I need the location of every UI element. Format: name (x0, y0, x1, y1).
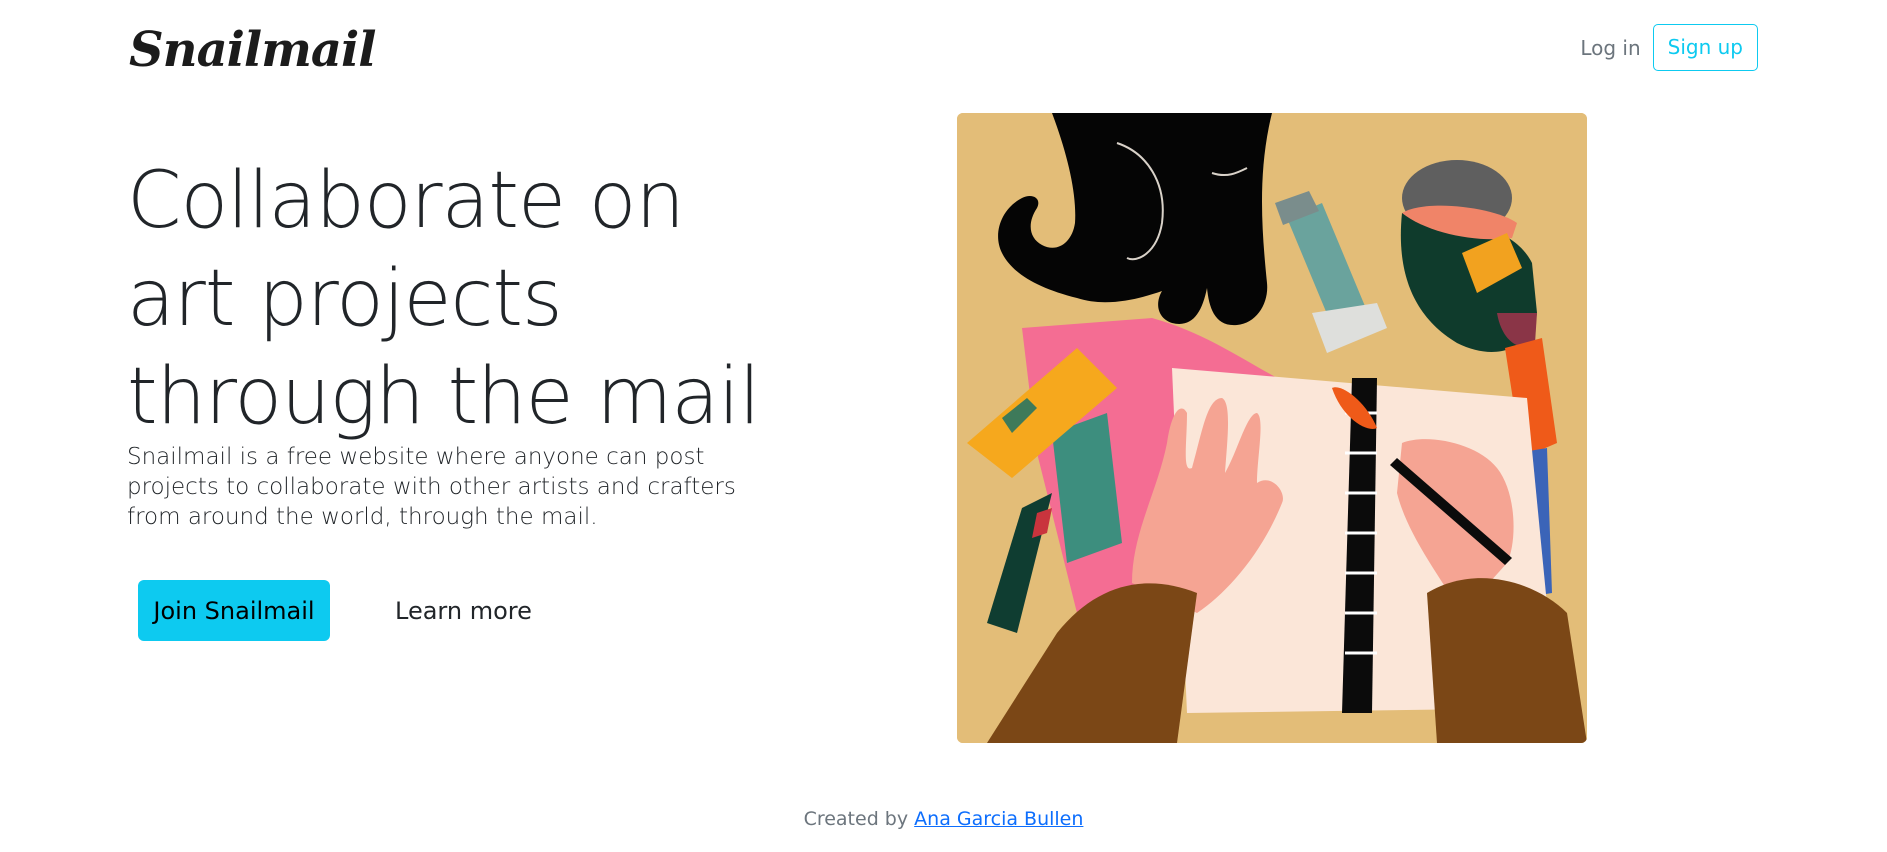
signup-button[interactable]: Sign up (1652, 24, 1758, 71)
login-link[interactable]: Log in (1578, 25, 1642, 71)
learn-more-button[interactable]: Learn more (379, 580, 548, 641)
join-button[interactable]: Join Snailmail (138, 580, 330, 641)
auth-nav: Log in Sign up (1578, 24, 1758, 71)
illustration-art (957, 113, 1587, 743)
hero-lead: Snailmail is a free website where anyone… (127, 444, 736, 530)
footer-prefix: Created by (803, 808, 909, 830)
brand-logo[interactable]: Snailmail (129, 16, 376, 84)
hero-title: Collaborate on art projects through the … (127, 156, 761, 442)
hero-illustration (957, 113, 1587, 743)
site-footer: Created by Ana Garcia Bullen (0, 805, 1887, 833)
author-link[interactable]: Ana Garcia Bullen (914, 808, 1083, 830)
